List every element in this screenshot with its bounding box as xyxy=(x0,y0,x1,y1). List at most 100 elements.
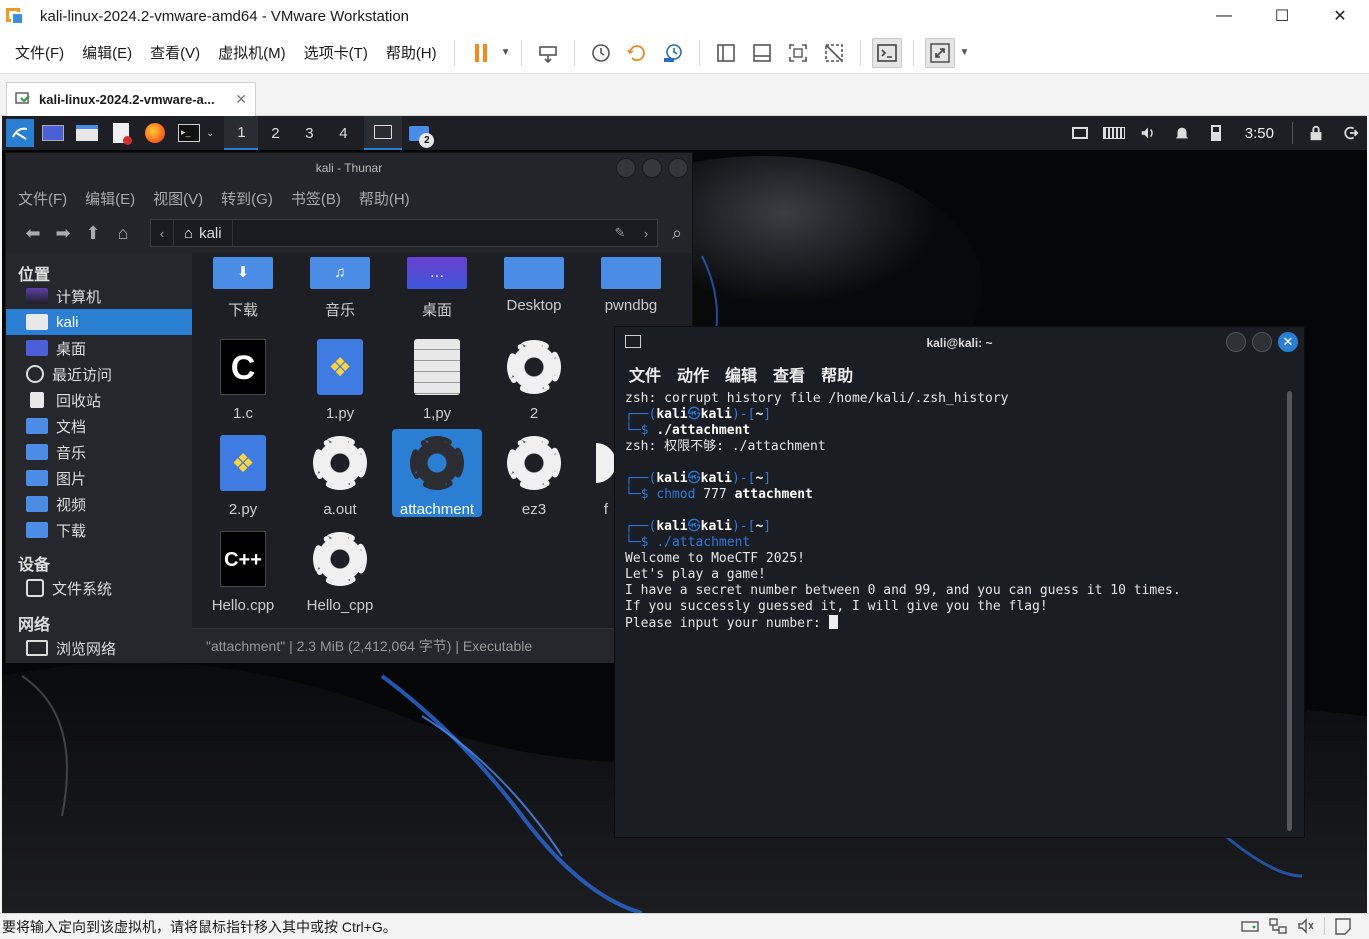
forward-icon[interactable]: ➡ xyxy=(48,218,78,248)
sidebar-item-recent[interactable]: 最近访问 xyxy=(6,361,192,387)
file-item[interactable]: ⬇ 下载 xyxy=(198,253,288,320)
up-icon[interactable]: ⬆ xyxy=(78,218,108,248)
path-crumb-kali[interactable]: ⌂ kali xyxy=(173,220,233,246)
display-icon[interactable] xyxy=(1065,118,1095,148)
file-item[interactable]: 2 xyxy=(489,337,579,422)
terminal-minimize-button[interactable] xyxy=(1226,332,1246,352)
file-item[interactable]: ♫ 音乐 xyxy=(295,253,385,320)
terminal-menu-actions[interactable]: 动作 xyxy=(677,362,709,386)
thunar-maximize-button[interactable] xyxy=(642,158,662,178)
send-keys-icon[interactable] xyxy=(533,38,563,68)
path-scroll-right-icon[interactable]: › xyxy=(635,226,657,241)
show-library-icon[interactable] xyxy=(711,38,741,68)
terminal-close-button[interactable]: ✕ xyxy=(1278,332,1298,352)
firefox-icon[interactable] xyxy=(140,118,170,148)
maximize-button[interactable]: ☐ xyxy=(1253,0,1311,32)
menu-help[interactable]: 帮助(H) xyxy=(377,42,446,63)
file-item[interactable]: 1,py xyxy=(392,337,482,422)
thunar-search-icon[interactable]: ⌕ xyxy=(662,218,692,248)
terminal-menu-view[interactable]: 查看 xyxy=(773,362,805,386)
thunar-menu-bookmarks[interactable]: 书签(B) xyxy=(291,188,341,209)
menu-vm[interactable]: 虚拟机(M) xyxy=(209,42,295,63)
terminal-window[interactable]: kali@kali: ~ ✕ 文件 动作 编辑 查看 帮助 zsh: corru… xyxy=(614,326,1305,838)
file-item-selected[interactable]: attachment xyxy=(392,429,482,518)
pause-icon[interactable] xyxy=(466,38,496,68)
thunar-titlebar[interactable]: kali - Thunar xyxy=(6,153,692,183)
file-item[interactable]: pwndbg xyxy=(586,253,676,314)
terminal-maximize-button[interactable] xyxy=(1252,332,1272,352)
sidebar-item-videos[interactable]: 视频 xyxy=(6,491,192,517)
show-thumbnail-icon[interactable] xyxy=(747,38,777,68)
menu-edit[interactable]: 编辑(E) xyxy=(73,42,141,63)
thunar-minimize-button[interactable] xyxy=(616,158,636,178)
menu-view[interactable]: 查看(V) xyxy=(141,42,209,63)
menu-tabs[interactable]: 选项卡(T) xyxy=(295,42,377,63)
sidebar-item-kali[interactable]: kali xyxy=(6,309,192,335)
thunar-menu-view[interactable]: 视图(V) xyxy=(153,188,203,209)
snapshot-icon[interactable] xyxy=(586,38,616,68)
sidebar-item-downloads[interactable]: 下载 xyxy=(6,517,192,543)
revert-snapshot-icon[interactable] xyxy=(622,38,652,68)
network-status-icon[interactable] xyxy=(1268,917,1288,935)
sidebar-item-documents[interactable]: 文档 xyxy=(6,413,192,439)
pause-dropdown-icon[interactable]: ▼ xyxy=(501,47,511,58)
unity-mode-icon[interactable] xyxy=(819,38,849,68)
edit-path-icon[interactable]: ✎ xyxy=(605,225,635,241)
console-view-icon[interactable] xyxy=(871,37,902,68)
path-scroll-left-icon[interactable]: ‹ xyxy=(151,226,173,241)
file-item[interactable]: C++ Hello.cpp xyxy=(198,529,288,614)
harddisk-status-icon[interactable] xyxy=(1240,917,1260,935)
snapshot-manager-icon[interactable] xyxy=(658,38,688,68)
notifications-icon[interactable] xyxy=(1167,118,1197,148)
taskbar-terminal-icon[interactable] xyxy=(364,116,403,150)
vm-tab[interactable]: kali-linux-2024.2-vmware-a... ✕ xyxy=(6,82,256,116)
guest-screen[interactable]: ▸_ ⌄ 1 2 3 4 2 3:50 kali - Thunar 文件(F) … xyxy=(2,116,1367,913)
sidebar-item-pictures[interactable]: 图片 xyxy=(6,465,192,491)
file-item[interactable]: ez3 xyxy=(489,433,579,518)
thunar-menu-go[interactable]: 转到(G) xyxy=(221,188,273,209)
path-bar[interactable]: ‹ ⌂ kali ✎ › xyxy=(150,219,658,247)
minimize-button[interactable]: — xyxy=(1195,0,1253,32)
terminal-menu-help[interactable]: 帮助 xyxy=(821,362,853,386)
sidebar-item-computer[interactable]: 计算机 xyxy=(6,283,192,309)
file-item[interactable]: C 1.c xyxy=(198,337,288,422)
terminal-launcher-icon[interactable]: ▸_ xyxy=(174,118,204,148)
terminal-scrollbar[interactable] xyxy=(1287,391,1292,831)
thunar-close-button[interactable] xyxy=(668,158,688,178)
file-item[interactable]: a.out xyxy=(295,433,385,518)
launcher-dropdown-icon[interactable]: ⌄ xyxy=(206,128,214,139)
close-button[interactable]: ✕ xyxy=(1311,0,1369,32)
file-manager-icon[interactable] xyxy=(72,118,102,148)
file-item[interactable]: ❖ 1.py xyxy=(295,337,385,422)
fullscreen-icon[interactable] xyxy=(783,38,813,68)
message-log-icon[interactable] xyxy=(1333,917,1353,935)
sidebar-item-trash[interactable]: 回收站 xyxy=(6,387,192,413)
taskbar-filemanager-icon[interactable]: 2 xyxy=(404,118,435,148)
volume-icon[interactable] xyxy=(1133,118,1163,148)
sidebar-item-music[interactable]: 音乐 xyxy=(6,439,192,465)
lock-screen-icon[interactable] xyxy=(1301,118,1331,148)
terminal-menu-file[interactable]: 文件 xyxy=(629,362,661,386)
logout-icon[interactable] xyxy=(1335,118,1365,148)
thunar-window[interactable]: kali - Thunar 文件(F) 编辑(E) 视图(V) 转到(G) 书签… xyxy=(5,152,693,663)
terminal-titlebar[interactable]: kali@kali: ~ ✕ xyxy=(615,327,1304,359)
show-desktop-icon[interactable] xyxy=(38,118,68,148)
text-editor-icon[interactable] xyxy=(106,118,136,148)
stretch-guest-icon[interactable] xyxy=(924,37,955,68)
workspace-4[interactable]: 4 xyxy=(326,116,360,150)
thunar-menu-edit[interactable]: 编辑(E) xyxy=(85,188,135,209)
battery-icon[interactable] xyxy=(1201,118,1231,148)
workspace-2[interactable]: 2 xyxy=(258,116,292,150)
workspace-3[interactable]: 3 xyxy=(292,116,326,150)
kali-menu-icon[interactable] xyxy=(6,119,34,147)
file-item[interactable]: … 桌面 xyxy=(392,253,482,320)
file-item[interactable]: Hello_cpp xyxy=(295,529,385,614)
sidebar-item-filesystem[interactable]: 文件系统 xyxy=(6,573,192,603)
home-icon[interactable]: ⌂ xyxy=(108,218,138,248)
terminal-menu-edit[interactable]: 编辑 xyxy=(725,362,757,386)
thunar-menu-help[interactable]: 帮助(H) xyxy=(359,188,410,209)
terminal-output[interactable]: zsh: corrupt history file /home/kali/.zs… xyxy=(615,389,1287,835)
keyboard-icon[interactable] xyxy=(1099,118,1129,148)
sidebar-item-browse-network[interactable]: 浏览网络 xyxy=(6,633,192,663)
panel-clock[interactable]: 3:50 xyxy=(1245,125,1274,142)
